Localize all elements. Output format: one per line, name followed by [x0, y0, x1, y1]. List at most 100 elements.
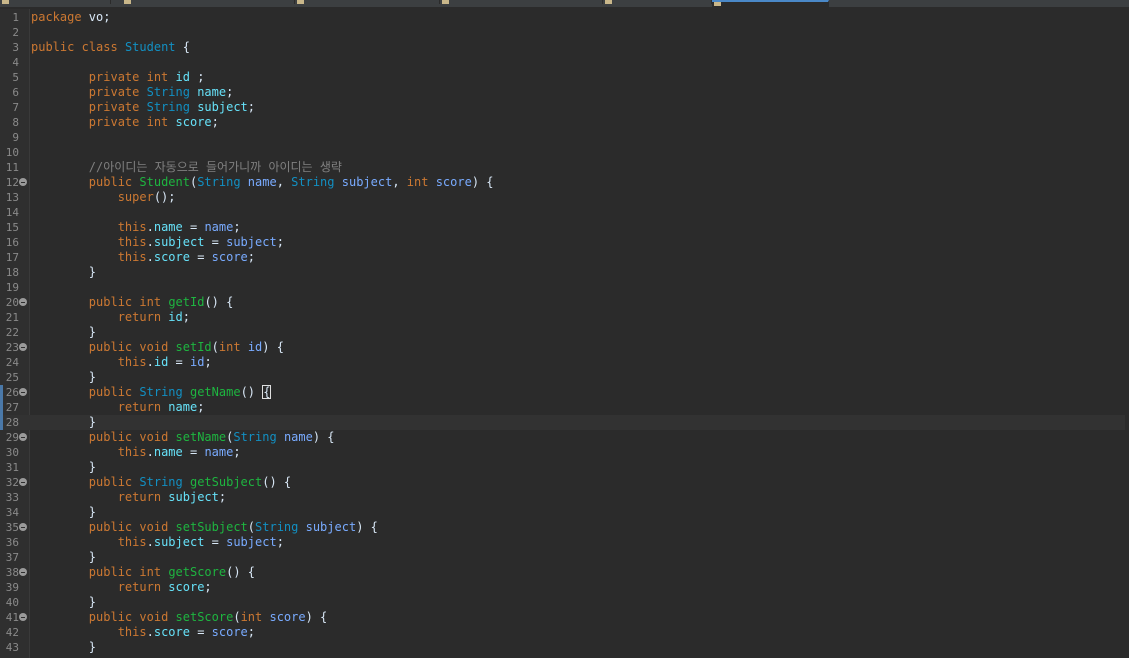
editor-tab[interactable]	[295, 0, 440, 4]
code-line[interactable]: 39 return score;	[0, 580, 1129, 595]
code-line[interactable]: 43 }	[0, 640, 1129, 655]
editor-tab[interactable]	[603, 0, 712, 4]
code-line[interactable]: 8 private int score;	[0, 115, 1129, 130]
code-line[interactable]: 13 super();	[0, 190, 1129, 205]
code-text: public void setScore(int score) {	[31, 610, 328, 625]
code-line[interactable]: 28 }	[0, 415, 1129, 430]
code-line[interactable]: 29 public void setName(String name) {	[0, 430, 1129, 445]
code-token: getScore	[168, 565, 227, 579]
line-number: 42	[5, 626, 19, 639]
code-line[interactable]: 31 }	[0, 460, 1129, 475]
editor-tab[interactable]	[0, 0, 111, 4]
code-line[interactable]: 40 }	[0, 595, 1129, 610]
code-line[interactable]: 4	[0, 55, 1129, 70]
fold-collapse-icon[interactable]	[19, 388, 27, 396]
fold-collapse-icon[interactable]	[19, 613, 27, 621]
code-token: int	[218, 340, 241, 354]
code-token: ;	[247, 250, 256, 264]
fold-collapse-icon[interactable]	[19, 343, 27, 351]
fold-collapse-icon[interactable]	[19, 478, 27, 486]
code-line[interactable]: 3 public class Student {	[0, 40, 1129, 55]
code-text: public Student(String name, String subje…	[31, 175, 494, 190]
code-line[interactable]: 16 this.subject = subject;	[0, 235, 1129, 250]
code-token: id	[168, 310, 183, 324]
code-line[interactable]: 5 private int id ;	[0, 70, 1129, 85]
code-line[interactable]: 38 public int getScore() {	[0, 565, 1129, 580]
code-line[interactable]: 27 return name;	[0, 400, 1129, 415]
code-line[interactable]: 30 this.name = name;	[0, 445, 1129, 460]
code-line[interactable]: 25 }	[0, 370, 1129, 385]
code-line[interactable]: 15 this.name = name;	[0, 220, 1129, 235]
code-line[interactable]: 11 //아이디는 자동으로 들어가니까 아이디는 생략	[0, 160, 1129, 175]
fold-collapse-icon[interactable]	[19, 568, 27, 576]
code-token: ;	[247, 100, 256, 114]
code-token: name	[247, 175, 277, 189]
code-line[interactable]: 37 }	[0, 550, 1129, 565]
code-line[interactable]: 12 public Student(String name, String su…	[0, 175, 1129, 190]
code-line[interactable]: 33 return subject;	[0, 490, 1129, 505]
code-line[interactable]: 18 }	[0, 265, 1129, 280]
code-token: }	[31, 415, 97, 429]
code-editor[interactable]: 1 package vo; 2 3 public class Student {4 5 p…	[0, 9, 1129, 658]
editor-tab[interactable]	[440, 0, 603, 4]
code-text: //아이디는 자동으로 들어가니까 아이디는 생략	[31, 160, 342, 175]
code-token: class	[81, 40, 118, 54]
line-number: 24	[5, 356, 19, 369]
code-token: (	[233, 610, 241, 624]
code-line[interactable]: 42 this.score = score;	[0, 625, 1129, 640]
code-token: .	[146, 250, 154, 264]
java-file-icon	[2, 0, 9, 4]
code-line[interactable]: 14	[0, 205, 1129, 220]
code-line[interactable]: 9	[0, 130, 1129, 145]
code-line[interactable]: 21 return id;	[0, 310, 1129, 325]
code-line[interactable]: 24 this.id = id;	[0, 355, 1129, 370]
code-token: String	[139, 475, 183, 489]
code-token: ;	[233, 445, 241, 459]
code-line[interactable]: 36 this.subject = subject;	[0, 535, 1129, 550]
code-line[interactable]: 2	[0, 25, 1129, 40]
vertical-scrollbar[interactable]	[1125, 9, 1129, 658]
code-text: public int getId() {	[31, 295, 234, 310]
fold-collapse-icon[interactable]	[19, 433, 27, 441]
code-token: ;	[182, 310, 190, 324]
line-number: 29	[5, 431, 19, 444]
editor-tab[interactable]	[122, 0, 295, 4]
code-token: void	[139, 340, 169, 354]
fold-collapse-icon[interactable]	[19, 523, 27, 531]
code-line[interactable]: 20 public int getId() {	[0, 295, 1129, 310]
code-line[interactable]: 6 private String name;	[0, 85, 1129, 100]
fold-collapse-icon[interactable]	[19, 298, 27, 306]
code-line[interactable]: 10	[0, 145, 1129, 160]
line-number: 14	[5, 206, 19, 219]
editor-tab-active[interactable]	[712, 0, 829, 7]
code-line[interactable]: 19	[0, 280, 1129, 295]
code-token: return	[117, 400, 162, 414]
code-token: subject	[153, 535, 205, 549]
code-token: public	[88, 340, 133, 354]
code-line[interactable]: 41 public void setScore(int score) {	[0, 610, 1129, 625]
code-token: package	[31, 10, 82, 24]
code-line[interactable]: 34 }	[0, 505, 1129, 520]
code-line[interactable]: 32 public String getSubject() {	[0, 475, 1129, 490]
fold-collapse-icon[interactable]	[19, 178, 27, 186]
code-text: public void setName(String name) {	[31, 430, 335, 445]
code-token: .	[146, 445, 154, 459]
code-line[interactable]: 35 public void setSubject(String subject…	[0, 520, 1129, 535]
line-number: 32	[5, 476, 19, 489]
code-line[interactable]: 23 public void setId(int id) {	[0, 340, 1129, 355]
line-number: 6	[12, 86, 19, 99]
code-line[interactable]: 17 this.score = score;	[0, 250, 1129, 265]
code-token: name	[153, 220, 183, 234]
code-line[interactable]: 7 private String subject;	[0, 100, 1129, 115]
line-number: 17	[5, 251, 19, 264]
code-line[interactable]: 26 public String getName() {	[0, 385, 1129, 400]
code-line[interactable]: 1 package vo;	[0, 10, 1129, 25]
code-line[interactable]: 22 }	[0, 325, 1129, 340]
